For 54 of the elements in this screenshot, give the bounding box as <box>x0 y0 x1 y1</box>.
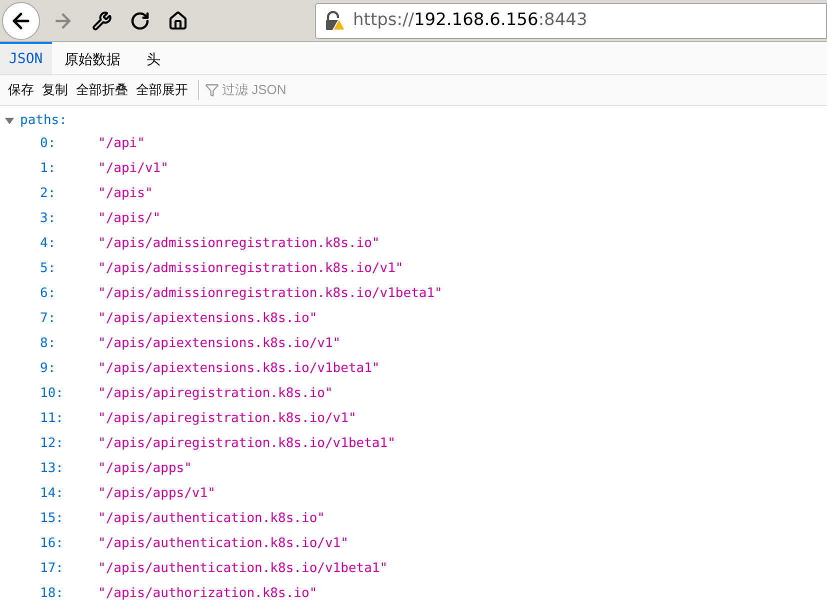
address-bar[interactable]: https://192.168.6.156:8443 <box>315 2 827 38</box>
string-value: "/api/v1" <box>98 160 168 178</box>
string-value: "/apis/admissionregistration.k8s.io/v1" <box>98 260 404 278</box>
viewer-tab[interactable]: 头 <box>134 42 174 74</box>
array-index: 10: <box>40 384 64 403</box>
array-index: 8: <box>40 334 57 353</box>
array-index: 11: <box>40 410 64 428</box>
array-index: 5: <box>40 260 57 278</box>
filter-icon <box>205 83 219 97</box>
string-value: "/apis/apiextensions.k8s.io/v1" <box>98 334 341 353</box>
string-value: "/apis/apiregistration.k8s.io/v1" <box>98 410 356 428</box>
string-value: "/apis/apps" <box>98 460 192 478</box>
string-value: "/apis/apps/v1" <box>98 484 216 503</box>
url-text: https://192.168.6.156:8443 <box>353 8 588 32</box>
expand-triangle-icon[interactable] <box>5 116 14 126</box>
wrench-icon[interactable] <box>90 8 114 32</box>
json-key: paths: <box>20 111 67 131</box>
string-value: "/apis/admissionregistration.k8s.io/v1beta1" <box>98 284 442 303</box>
array-index: 18: <box>40 584 64 603</box>
toolbar-button[interactable]: 复制 <box>38 78 72 102</box>
string-value: "/apis/apiextensions.k8s.io/v1beta1" <box>98 360 380 378</box>
array-index: 3: <box>40 210 57 228</box>
array-index: 7: <box>40 310 57 328</box>
toolbar-button[interactable]: 保存 <box>4 78 38 102</box>
string-value: "/apis" <box>98 184 153 203</box>
string-value: "/apis/apiregistration.k8s.io" <box>98 384 333 403</box>
toolbar-button[interactable]: 全部折叠 <box>72 78 132 102</box>
string-value: "/apis/apiregistration.k8s.io/v1beta1" <box>98 434 396 453</box>
array-index: 15: <box>40 510 64 528</box>
array-index: 4: <box>40 234 57 253</box>
array-index: 1: <box>40 160 57 178</box>
viewer-tab[interactable]: 原始数据 <box>52 42 134 74</box>
filter-field[interactable]: 过滤 JSON <box>222 80 342 100</box>
back-button[interactable] <box>2 2 40 40</box>
array-index: 12: <box>40 434 64 453</box>
string-value: "/apis/" <box>98 210 161 228</box>
array-index: 2: <box>40 184 57 203</box>
array-index: 17: <box>40 560 64 578</box>
insecure-lock-icon <box>324 10 346 30</box>
string-value: "/apis/apiextensions.k8s.io" <box>98 310 318 328</box>
array-index: 14: <box>40 484 64 503</box>
string-value: "/apis/authentication.k8s.io/v1" <box>98 534 348 553</box>
viewer-tab[interactable]: JSON <box>0 42 52 74</box>
string-value: "/api" <box>98 134 145 153</box>
string-value: "/apis/authentication.k8s.io/v1beta1" <box>98 560 388 578</box>
string-value: "/apis/authorization.k8s.io" <box>98 584 318 603</box>
array-index: 13: <box>40 460 64 478</box>
string-value: "/apis/authentication.k8s.io" <box>98 510 325 528</box>
string-value: "/apis/admissionregistration.k8s.io" <box>98 234 380 253</box>
array-index: 0: <box>40 134 57 153</box>
array-index: 16: <box>40 534 64 553</box>
toolbar-button[interactable]: 全部展开 <box>132 78 192 102</box>
array-index: 6: <box>40 284 57 303</box>
array-index: 9: <box>40 360 57 378</box>
